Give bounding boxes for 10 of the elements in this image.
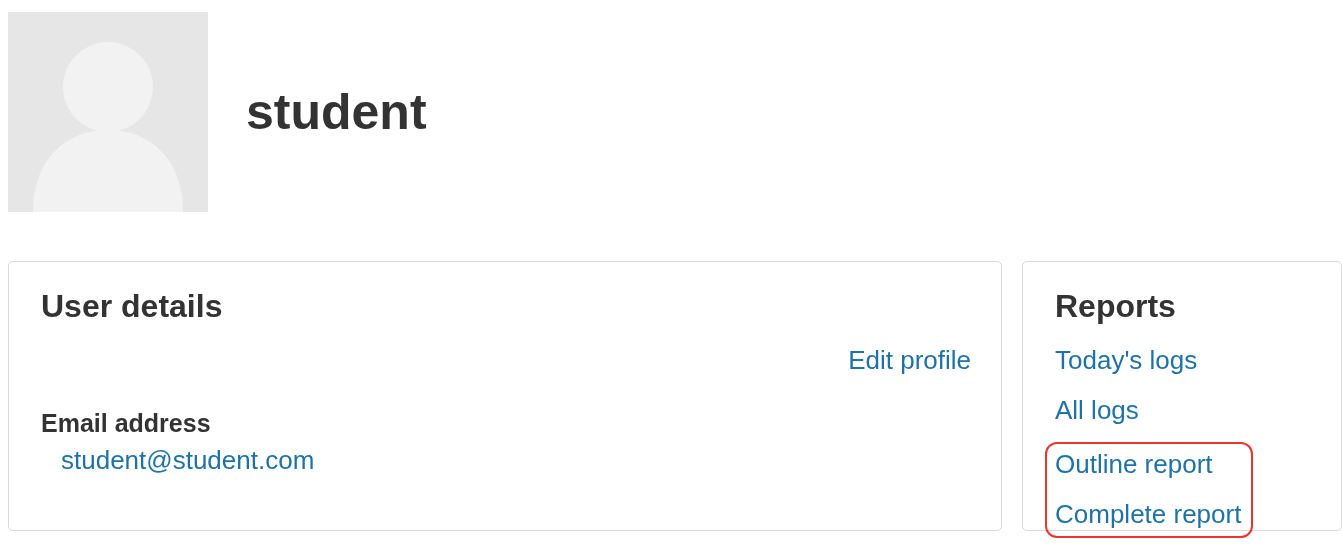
card-title: Reports (1055, 287, 1177, 326)
report-link[interactable]: All logs (1055, 392, 1311, 428)
field-label: Email address (41, 408, 212, 439)
report-link[interactable]: Today's logs (1055, 342, 1311, 378)
report-link[interactable]: Outline report (1055, 446, 1242, 482)
email-link[interactable]: student@student.com (61, 442, 315, 478)
edit-profile-link[interactable]: Edit profile (848, 342, 971, 378)
card-title: User details (41, 287, 224, 326)
report-link[interactable]: Complete report (1055, 496, 1242, 532)
user-name: student (246, 83, 427, 141)
